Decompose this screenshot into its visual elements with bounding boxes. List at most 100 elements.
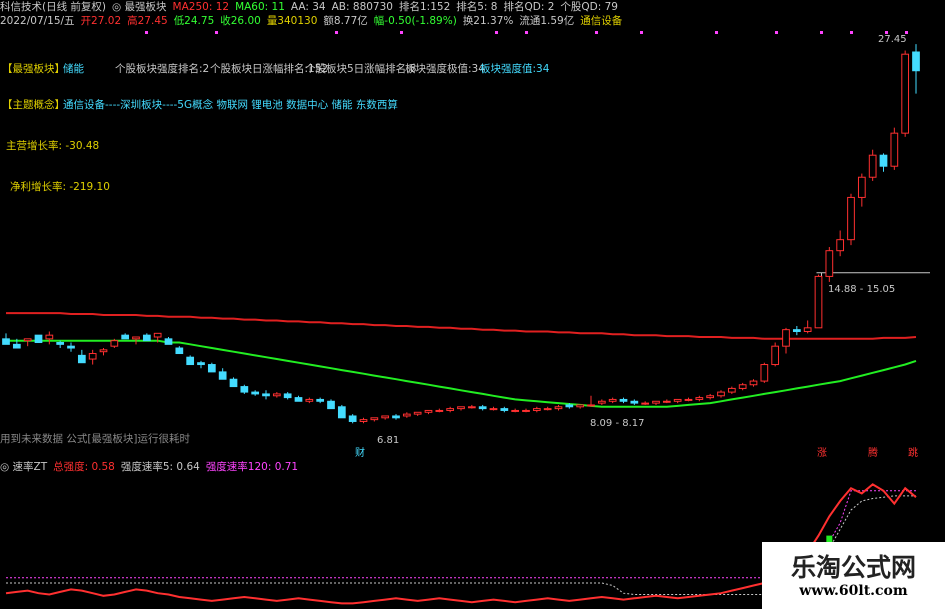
- candle-body: [749, 380, 758, 386]
- ma250-line: [6, 312, 917, 340]
- candle-body: [272, 393, 281, 397]
- candle-body: [381, 415, 390, 419]
- candle-body: [359, 419, 368, 422]
- candle-body: [576, 404, 585, 408]
- candle-body: [121, 334, 130, 340]
- candle-body: [727, 387, 736, 393]
- candle-body: [251, 391, 260, 395]
- candle-body: [857, 176, 866, 198]
- candle-body: [792, 329, 801, 332]
- candle-body: [99, 349, 108, 353]
- candle-body: [500, 408, 509, 411]
- candle-body: [630, 400, 639, 404]
- header2-item-9: 流通1.59亿: [519, 15, 575, 27]
- low-price-label: 6.81: [377, 435, 400, 446]
- header1-item-9: 个股QD: 79: [560, 1, 618, 13]
- candle-body: [402, 413, 411, 417]
- candle-body: [825, 250, 834, 277]
- watermark-logo: 乐淘公式网 www.60lt.com: [762, 542, 945, 609]
- candle-body: [132, 336, 140, 340]
- signal-dot: [145, 31, 148, 34]
- header1-item-6: 排名1:152: [398, 1, 451, 13]
- strongest-value: 储能: [63, 63, 84, 75]
- indicator-item-0: ◎ 速率ZT: [0, 461, 48, 473]
- header2-item-10: 通信设备: [580, 15, 623, 27]
- strength-value: 板块强度值:34: [480, 63, 550, 75]
- watermark-url: www.60lt.com: [799, 583, 908, 599]
- candle-body: [467, 406, 476, 409]
- signal-dot: [595, 31, 598, 34]
- candle-body: [34, 334, 43, 344]
- candle-body: [327, 400, 335, 410]
- range-label-2: 8.09 - 8.17: [590, 418, 645, 429]
- candle-body: [717, 391, 725, 397]
- candle-body: [522, 409, 530, 412]
- indicator-item-2: 强度速率5: 0.64: [120, 461, 200, 473]
- candle-body: [348, 415, 357, 422]
- high-price-label: 27.45: [878, 34, 907, 45]
- candle-body: [543, 408, 552, 411]
- candle-body: [197, 362, 205, 366]
- candle-body: [12, 343, 21, 349]
- candle-body: [803, 327, 812, 332]
- candle-body: [240, 386, 249, 393]
- indicator-item-1: 总强度: 0.58: [53, 461, 115, 473]
- candle-body: [2, 338, 10, 345]
- candle-body: [695, 397, 704, 400]
- strength-extreme: 板块强度极值:34: [405, 63, 485, 75]
- candle-body: [760, 364, 769, 382]
- candle-body: [435, 409, 444, 412]
- candle-body: [511, 409, 520, 412]
- marker-teng: 腾: [868, 448, 878, 459]
- candle-body: [370, 417, 379, 421]
- candle-body: [446, 408, 455, 411]
- range-label-1: 14.88 - 15.05: [828, 284, 896, 295]
- candle-body: [229, 378, 238, 388]
- candle-body: [879, 154, 888, 167]
- candle-body: [316, 398, 325, 402]
- future-data-note: 用到未来数据 公式[最强板块]运行很耗时: [0, 433, 191, 445]
- header-line-2: 2022/07/15/五 开27.02 高27.45 低24.75 收26.00 量340…: [0, 14, 628, 28]
- header2-item-7: 幅-0.50(-1.89%): [373, 15, 457, 27]
- candle-body: [413, 411, 422, 415]
- candle-body: [45, 334, 54, 340]
- candle-body: [337, 406, 346, 419]
- candle-body: [175, 347, 184, 355]
- candle-body: [814, 275, 823, 329]
- revenue-growth: 主营增长率: -30.48: [6, 140, 100, 152]
- header-line-1: 科信技术(日线 前复权) ◎ 最强板块 MA250: 12 MA60: 11 AA: 3…: [0, 0, 624, 14]
- candle-body: [587, 404, 595, 407]
- candle-body: [771, 345, 780, 366]
- candle-body: [207, 364, 216, 373]
- candle-body: [283, 393, 292, 399]
- candle-body: [424, 409, 433, 413]
- candle-body: [186, 356, 195, 366]
- candle-body: [392, 415, 400, 419]
- concept-value: 通信设备----深圳板块----5G概念 物联网 锂电池 数据中心 储能 东数西…: [63, 99, 398, 111]
- header1-item-7: 排名5: 8: [456, 1, 498, 13]
- candle-body: [890, 132, 899, 167]
- candle-body: [901, 53, 910, 134]
- header1-item-2: MA250: 12: [172, 1, 230, 13]
- signal-dot: [850, 31, 853, 34]
- header1-item-5: AB: 880730: [331, 1, 393, 13]
- concept-label: 【主题概念】: [2, 99, 65, 111]
- candle-body: [88, 353, 97, 360]
- signal-dot: [820, 31, 823, 34]
- profit-growth: 净利增长率: -219.10: [10, 181, 110, 193]
- rank-strength: 个股板块强度排名:2: [115, 63, 210, 75]
- header2-item-4: 收26.00: [220, 15, 261, 27]
- candle-body: [706, 395, 715, 399]
- candle-body: [164, 338, 173, 345]
- header2-item-8: 换21.37%: [462, 15, 514, 27]
- header1-item-1: ◎ 最强板块: [112, 1, 167, 13]
- signal-dot: [525, 31, 528, 34]
- marker-zhang: 涨: [817, 448, 827, 459]
- strongest-label: 【最强板块】: [2, 63, 65, 75]
- candle-body: [262, 393, 270, 397]
- candle-body: [294, 397, 303, 402]
- candle-body: [608, 398, 617, 402]
- header1-item-4: AA: 34: [290, 1, 326, 13]
- candle-body: [619, 398, 628, 402]
- header2-item-1: 开27.02: [80, 15, 122, 27]
